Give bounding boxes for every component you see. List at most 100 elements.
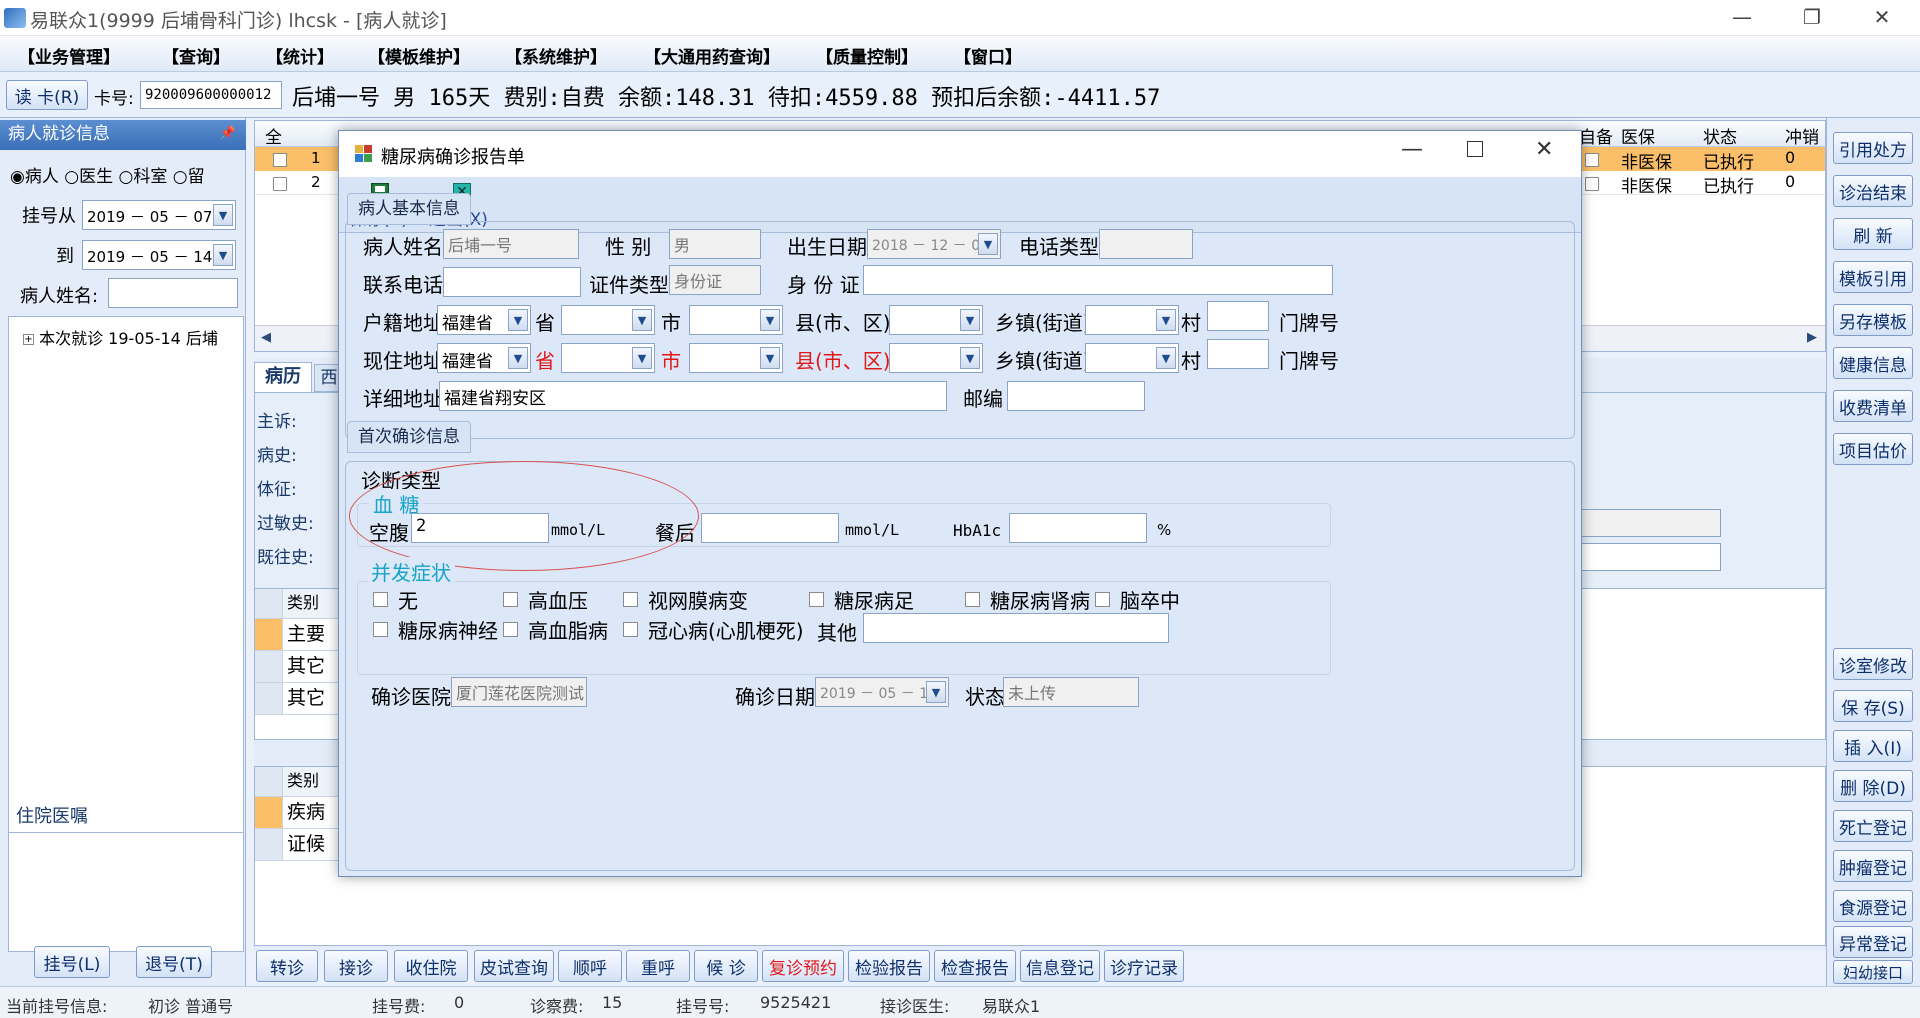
chevron-down-icon[interactable]: ▼ <box>978 233 998 255</box>
menu-window[interactable]: 【窗口】 <box>954 43 1022 68</box>
other-complication-input[interactable] <box>863 613 1169 643</box>
dialog-close-button[interactable]: ✕ <box>1535 137 1553 162</box>
allergy-input[interactable] <box>1581 509 1721 537</box>
state-field[interactable]: 未上传 <box>1003 677 1139 707</box>
card-number-field[interactable]: 920009600000012 <box>140 81 282 109</box>
menu-quality[interactable]: 【质量控制】 <box>816 43 918 68</box>
refresh-button[interactable]: 刷 新 <box>1833 218 1913 250</box>
chevron-down-icon[interactable]: ▼ <box>213 204 233 226</box>
food-source-register-button[interactable]: 食源登记 <box>1833 890 1913 922</box>
tcm-row-disease[interactable]: 疾病 <box>283 797 343 829</box>
hukou-village-select[interactable]: ▼ <box>1085 305 1179 335</box>
radio-dept[interactable]: ○ <box>119 167 134 187</box>
self-checkbox[interactable] <box>1585 153 1599 167</box>
chevron-down-icon[interactable]: ▼ <box>926 681 946 703</box>
scroll-right-icon[interactable]: ▶ <box>1807 330 1817 345</box>
detail-address-input[interactable]: 福建省翔安区 <box>439 381 947 411</box>
chevron-down-icon[interactable]: ▼ <box>508 347 528 369</box>
info-register-button[interactable]: 信息登记 <box>1020 950 1100 982</box>
follow-up-button[interactable]: 复诊预约 <box>762 950 844 982</box>
menu-business[interactable]: 【业务管理】 <box>18 43 120 68</box>
chevron-down-icon[interactable]: ▼ <box>213 244 233 266</box>
reg-to-date[interactable]: 2019 － 05 － 14 ▼ <box>82 240 236 270</box>
minimize-button[interactable]: — <box>1712 0 1772 36</box>
cite-prescription-button[interactable]: 引用处方 <box>1833 132 1913 164</box>
diag-date-field[interactable]: 2019 － 05 － 14 ▼ <box>815 677 949 707</box>
radio-doctor[interactable]: ○ <box>64 167 79 187</box>
current-village-select[interactable]: ▼ <box>1085 343 1179 373</box>
checkbox[interactable] <box>373 592 388 607</box>
dialog-maximize-button[interactable] <box>1467 141 1483 157</box>
hba1c-input[interactable] <box>1009 513 1147 543</box>
expand-icon[interactable]: + <box>23 334 34 345</box>
diag-row-other[interactable]: 其它 <box>283 683 343 715</box>
row-checkbox[interactable] <box>273 153 287 167</box>
delete-button[interactable]: 删 除(D) <box>1833 770 1913 802</box>
checkbox[interactable] <box>373 622 388 637</box>
lab-report-button[interactable]: 检验报告 <box>848 950 930 982</box>
unregister-button[interactable]: 退号(T) <box>136 946 212 978</box>
finish-treatment-button[interactable]: 诊治结束 <box>1833 175 1913 207</box>
hukou-province-select[interactable]: 福建省 ▼ <box>437 305 531 335</box>
complication-coronary[interactable]: 冠心病(心肌梗死) <box>623 615 804 644</box>
current-city-select[interactable]: ▼ <box>561 343 655 373</box>
save-as-template-button[interactable]: 另存模板 <box>1833 304 1913 336</box>
complication-diabetic-foot[interactable]: 糖尿病足 <box>809 585 914 614</box>
receive-button[interactable]: 接诊 <box>324 950 388 982</box>
diag-row-main[interactable]: 主要 <box>283 619 343 651</box>
chevron-down-icon[interactable]: ▼ <box>632 347 652 369</box>
dialog-minimize-button[interactable]: — <box>1401 137 1423 162</box>
save-button[interactable]: 保 存(S) <box>1833 690 1913 722</box>
tcm-row-syndrome[interactable]: 证候 <box>283 829 343 861</box>
death-register-button[interactable]: 死亡登记 <box>1833 810 1913 842</box>
id-type-field[interactable]: 身份证 <box>669 265 761 295</box>
menu-drug-query[interactable]: 【大通用药查询】 <box>644 43 780 68</box>
close-button[interactable]: ✕ <box>1852 0 1912 36</box>
complication-hyperlipidemia[interactable]: 高血脂病 <box>503 615 608 644</box>
current-province-select[interactable]: 福建省 ▼ <box>437 343 531 373</box>
checkbox[interactable] <box>503 592 518 607</box>
hukou-county-select[interactable]: ▼ <box>689 305 783 335</box>
charge-list-button[interactable]: 收费清单 <box>1833 390 1913 422</box>
transfer-button[interactable]: 转诊 <box>256 950 318 982</box>
hukou-village-input[interactable] <box>1207 301 1269 331</box>
complication-retinopathy[interactable]: 视网膜病变 <box>623 585 748 614</box>
id-number-input[interactable] <box>863 265 1333 295</box>
register-button[interactable]: 挂号(L) <box>34 946 110 978</box>
chevron-down-icon[interactable]: ▼ <box>1156 347 1176 369</box>
checkbox[interactable] <box>503 622 518 637</box>
gender-field[interactable]: 男 <box>669 229 761 259</box>
chevron-down-icon[interactable]: ▼ <box>960 309 980 331</box>
checkbox[interactable] <box>965 592 980 607</box>
template-cite-button[interactable]: 模板引用 <box>1833 261 1913 293</box>
menu-stats[interactable]: 【统计】 <box>266 43 334 68</box>
pin-icon[interactable]: 📌 <box>220 120 236 148</box>
hukou-city-select[interactable]: ▼ <box>561 305 655 335</box>
current-county-select[interactable]: ▼ <box>689 343 783 373</box>
recall-button[interactable]: 重呼 <box>626 950 690 982</box>
diag-row-other[interactable]: 其它 <box>283 651 343 683</box>
chevron-down-icon[interactable]: ▼ <box>760 309 780 331</box>
current-village-input[interactable] <box>1207 339 1269 369</box>
maternal-child-interface-button[interactable]: 妇幼接口 <box>1833 960 1913 984</box>
restore-button[interactable]: ❐ <box>1782 0 1842 36</box>
exam-report-button[interactable]: 检查报告 <box>934 950 1016 982</box>
diag-hospital-field[interactable]: 厦门莲花医院测试 <box>451 677 587 707</box>
call-next-button[interactable]: 顺呼 <box>558 950 622 982</box>
chevron-down-icon[interactable]: ▼ <box>1156 309 1176 331</box>
complication-stroke[interactable]: 脑卒中 <box>1095 585 1180 614</box>
row-checkbox[interactable] <box>273 177 287 191</box>
radio-patient[interactable]: ◉ <box>10 167 25 187</box>
complication-hypertension[interactable]: 高血压 <box>503 585 588 614</box>
tree-item[interactable]: + 本次就诊 19-05-14 后埔 <box>23 325 241 349</box>
checkbox[interactable] <box>623 592 638 607</box>
scroll-left-icon[interactable]: ◀ <box>261 330 271 345</box>
checkbox[interactable] <box>809 592 824 607</box>
current-town-select[interactable]: ▼ <box>889 343 983 373</box>
tumor-register-button[interactable]: 肿瘤登记 <box>1833 850 1913 882</box>
patient-name-input[interactable] <box>108 278 238 308</box>
complication-neuropathy[interactable]: 糖尿病神经 <box>373 615 498 644</box>
radio-stay[interactable]: ○ <box>173 167 188 187</box>
skin-test-query-button[interactable]: 皮试查询 <box>474 950 554 982</box>
col-all[interactable]: 全 <box>265 123 282 148</box>
